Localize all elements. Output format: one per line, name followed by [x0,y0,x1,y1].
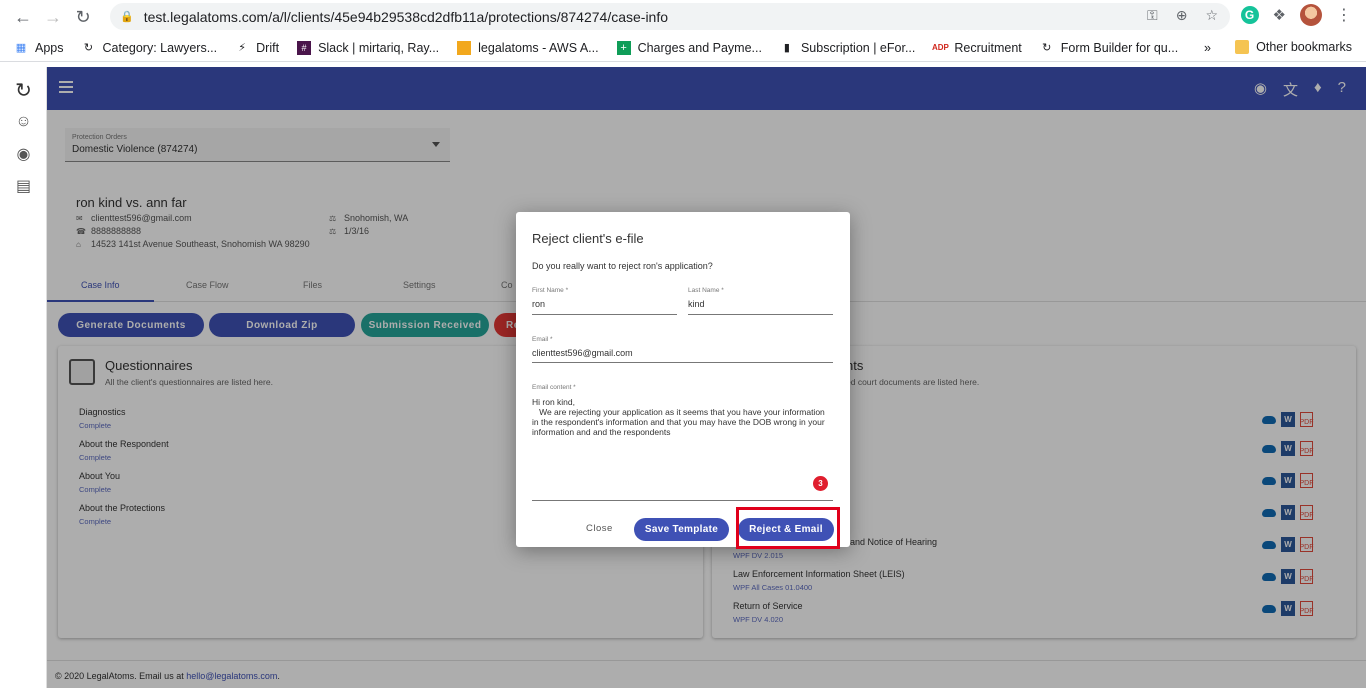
app-sidebar: ↻ ☺ ◉ ▤ [0,67,47,688]
slack-icon: # [297,40,312,55]
first-name-field[interactable]: First Name * ron [532,287,677,315]
close-button[interactable]: Close [586,523,613,534]
bookmark-apps[interactable]: ▦ Apps [14,41,64,55]
drift-icon: ⚡ [238,42,246,54]
support-icon[interactable]: ☺ [0,106,47,138]
dialog-question: Do you really want to reject ron's appli… [532,261,713,271]
last-name-field[interactable]: Last Name * kind [688,287,833,315]
other-bookmarks[interactable]: Other bookmarks [1235,40,1352,54]
save-template-button[interactable]: Save Template [634,518,729,541]
browser-toolbar: ← → ↻ 🔒 test.legalatoms.com/a/l/clients/… [0,0,1366,34]
dialog-title: Reject client's e-file [532,231,644,246]
grammarly-icon[interactable]: G [1240,6,1259,24]
star-icon[interactable]: ☆ [1205,7,1218,24]
bookmark-subscription[interactable]: ▮ Subscription | eFor... [780,41,915,55]
zoom-icon[interactable]: ⊕ [1176,7,1188,24]
bookmarks-bar: ▦ Apps ↻ Category: Lawyers... ⚡ Drift # Slac… [0,34,1366,62]
url-text: test.legalatoms.com/a/l/clients/45e94b29… [143,8,669,25]
legalatoms-logo-icon: ↻ [1042,42,1052,54]
address-bar[interactable]: 🔒 test.legalatoms.com/a/l/clients/45e94b… [110,3,1230,30]
bookmark-slack[interactable]: # Slack | mirtariq, Ray... [297,40,439,55]
reload-icon[interactable]: ↻ [68,2,98,32]
extensions-icon[interactable]: ❖ [1273,6,1286,24]
sheets-icon: + [616,40,631,55]
email-field[interactable]: Email * clienttest596@gmail.com [532,336,833,363]
profile-avatar[interactable] [1300,4,1322,26]
bookmark-recruitment[interactable]: ADP Recruitment [931,41,1022,55]
legalatoms-logo-icon[interactable]: ↻ [0,74,47,106]
email-content-field[interactable]: Email content * Hi ron kind, We are reje… [532,384,833,501]
bookmark-form-builder[interactable]: ↻ Form Builder for qu... [1040,41,1178,55]
globe-icon[interactable]: ◉ [0,138,47,170]
back-icon[interactable]: ← [8,2,38,32]
bookmark-aws[interactable]: legalatoms - AWS A... [457,40,599,55]
aws-icon [457,40,472,55]
lock-icon: 🔒 [120,11,134,23]
eform-icon: ▮ [783,42,790,54]
apps-grid-icon: ▦ [15,42,27,54]
step-badge: 3 [813,476,828,491]
forward-icon[interactable]: → [38,2,68,32]
bookmark-lawyers[interactable]: ↻ Category: Lawyers... [82,41,217,55]
legalatoms-logo-icon: ↻ [83,42,94,54]
adp-icon: ADP [931,43,949,52]
highlight-box [736,507,840,549]
bookmarks-overflow[interactable]: » [1204,41,1211,55]
reject-efile-dialog: Reject client's e-file Do you really wan… [516,212,850,547]
folder-icon [1235,40,1250,54]
bookmark-charges[interactable]: + Charges and Payme... [616,40,762,55]
menu-dots-icon[interactable]: ⋮ [1336,5,1352,25]
chat-icon[interactable]: ▤ [0,170,47,202]
bookmark-drift[interactable]: ⚡ Drift [235,41,279,55]
key-icon[interactable]: ⚿ [1147,7,1158,24]
